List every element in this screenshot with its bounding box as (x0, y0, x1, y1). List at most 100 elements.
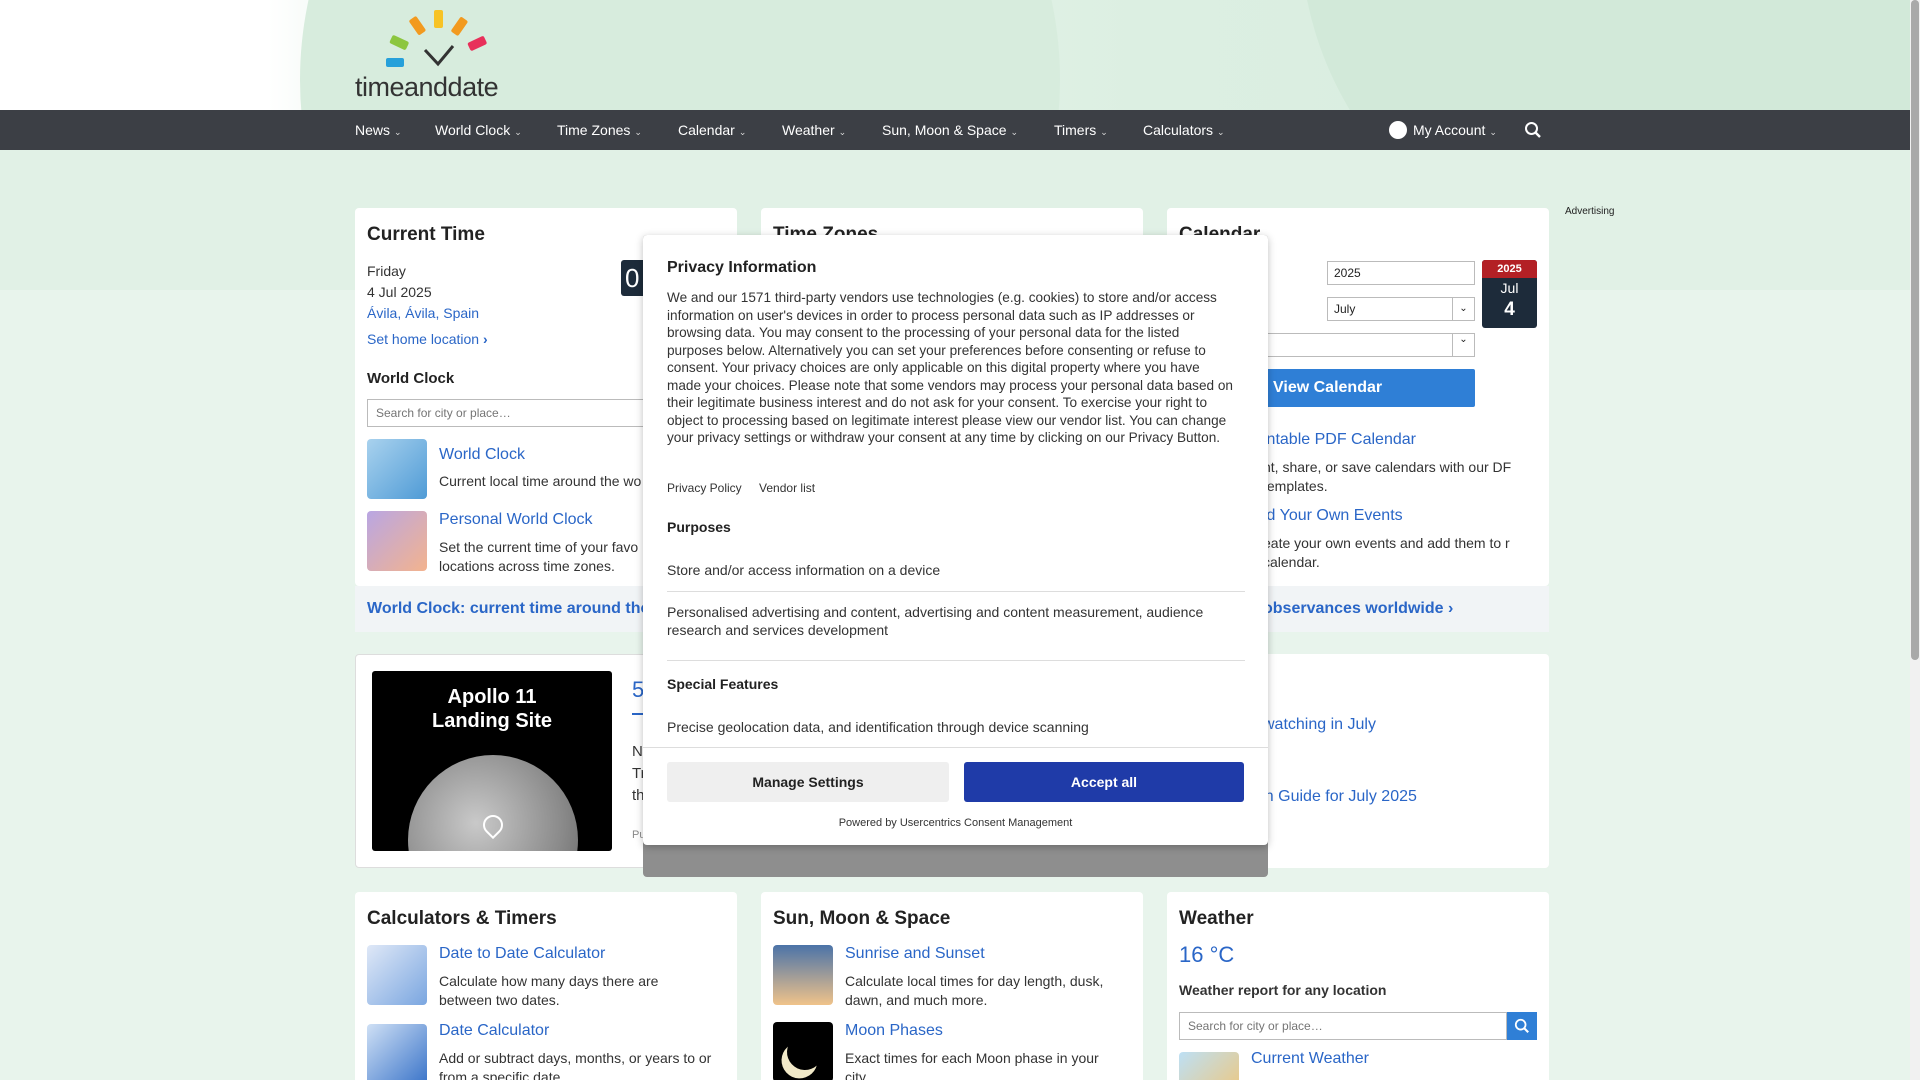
current-weather-image (1179, 1052, 1239, 1080)
badge-day: 4 (1504, 299, 1515, 320)
scrollbar-thumb[interactable] (1911, 0, 1919, 660)
nav-world-clock[interactable]: World Clock ⌄ (435, 110, 522, 150)
date-calculator-image (367, 1024, 427, 1080)
moon-guide-link[interactable]: oon Guide for July 2025 (1247, 788, 1417, 806)
card-title: Calculators & Timers (367, 908, 557, 929)
sunrise-sunset-link[interactable]: Sunrise and Sunset (845, 945, 985, 963)
pdf-calendar-link[interactable]: intable PDF Calendar (1263, 431, 1416, 449)
sunrise-image (773, 945, 833, 1005)
date-calculator-link[interactable]: Date Calculator (439, 1022, 549, 1040)
badge-month: Jul (1500, 280, 1519, 296)
date-calculator-image (367, 945, 427, 1005)
nav-my-account[interactable]: My Account ⌄ (1389, 110, 1497, 150)
set-home-location-link[interactable]: Set home location › (367, 331, 488, 347)
card-title: Current Time (367, 224, 485, 245)
world-clock-link[interactable]: World Clock (439, 446, 525, 464)
feature-desc: Exact times for each Moon phase in your … (845, 1050, 1099, 1080)
personal-world-clock-image (367, 511, 427, 571)
divider (643, 747, 1268, 748)
dialog-links: Privacy Policy Vendor list (667, 481, 815, 495)
world-clock-search-input[interactable] (367, 399, 657, 427)
account-icon (1389, 121, 1407, 139)
chevron-right-icon: › (1447, 600, 1454, 617)
apollo-image[interactable]: Apollo 11 Landing Site (372, 671, 612, 851)
nav-weather[interactable]: Weather ⌄ (782, 110, 846, 150)
purpose-item[interactable]: Personalised advertising and content, ad… (667, 603, 1245, 639)
purpose-item[interactable]: Store and/or access information on a dev… (667, 561, 1245, 579)
feature-desc: Add or subtract days, months, or years t… (439, 1050, 712, 1080)
chevron-down-icon: ⌄ (1452, 298, 1474, 320)
card-title: Sun, Moon & Space (773, 908, 951, 929)
feature-desc: eate your own events and add them to r c… (1263, 535, 1510, 570)
chevron-down-icon: ⌄ (1010, 127, 1019, 137)
month-select[interactable]: July ⌄ (1327, 297, 1475, 321)
weather-subtitle: Weather report for any location (1179, 982, 1387, 998)
nav-news[interactable]: News ⌄ (355, 110, 402, 150)
chevron-down-icon: ⌄ (1100, 127, 1108, 137)
powered-by-text: Powered by Usercentrics Consent Manageme… (838, 817, 1073, 829)
sun-moon-card: Sun, Moon & Space Sunrise and Sunset Cal… (761, 892, 1143, 1080)
nav-calculators[interactable]: Calculators ⌄ (1143, 110, 1225, 150)
chevron-down-icon: ⌄ (838, 127, 847, 137)
weather-search-button[interactable] (1507, 1012, 1537, 1040)
own-events-link[interactable]: ld Your Own Events (1263, 507, 1403, 525)
divider (667, 591, 1245, 592)
current-location[interactable]: Ávila, Ávila, Spain (367, 305, 479, 321)
current-temperature[interactable]: 16 °C (1179, 942, 1234, 968)
moon-phases-image (773, 1022, 833, 1080)
privacy-policy-link[interactable]: Privacy Policy (667, 481, 742, 495)
calendar-date-badge: 2025 Jul 4 (1482, 260, 1537, 328)
vendor-list-link[interactable]: Vendor list (759, 481, 815, 495)
current-weather-link[interactable]: Current Weather (1251, 1050, 1369, 1068)
world-clock-heading: World Clock (367, 370, 455, 387)
divider (667, 660, 1245, 661)
moon-phases-link[interactable]: Moon Phases (845, 1022, 943, 1040)
image-title: Apollo 11 Landing Site (432, 686, 552, 732)
search-icon (1514, 1018, 1529, 1033)
main-nav: News ⌄ World Clock ⌄ Time Zones ⌄ Calendar ⌄… (0, 110, 1910, 150)
search-icon (1525, 122, 1541, 138)
logo-icon (386, 10, 487, 67)
special-features-heading: Special Features (667, 676, 779, 692)
nav-sun-moon-space[interactable]: Sun, Moon & Space ⌄ (882, 110, 1018, 150)
nav-time-zones[interactable]: Time Zones ⌄ (557, 110, 642, 150)
chevron-down-icon: ⌄ (1489, 127, 1497, 137)
privacy-consent-dialog: Privacy Information We and our 1571 thir… (643, 235, 1268, 845)
world-clock-image (367, 439, 427, 499)
date-to-date-calculator-link[interactable]: Date to Date Calculator (439, 945, 605, 963)
nav-calendar[interactable]: Calendar ⌄ (678, 110, 746, 150)
crescent-moon-icon (782, 1029, 828, 1075)
chevron-down-icon: ⌄ (514, 127, 522, 137)
chevron-down-icon: ⌄ (1217, 127, 1225, 137)
article-text-1: N (632, 743, 643, 760)
view-calendar-button[interactable]: View Calendar (1247, 369, 1475, 407)
special-feature-item[interactable]: Precise geolocation data, and identifica… (667, 718, 1245, 736)
manage-settings-button[interactable]: Manage Settings (667, 762, 949, 802)
chevron-down-icon: ⌄ (1452, 334, 1474, 356)
site-logo[interactable]: timeanddate (355, 8, 515, 102)
feature-desc: Current local time around the wo (439, 473, 642, 489)
personal-world-clock-link[interactable]: Personal World Clock (439, 511, 593, 529)
dialog-body: We and our 1571 third-party vendors use … (667, 290, 1233, 445)
accept-all-button[interactable]: Accept all (964, 762, 1244, 802)
advertising-label: Advertising (1565, 206, 1615, 217)
weather-search-input[interactable] (1179, 1012, 1507, 1040)
nav-search[interactable] (1524, 110, 1542, 150)
feature-desc: Set the current time of your favo locati… (439, 539, 639, 574)
dialog-title: Privacy Information (667, 259, 817, 276)
current-day: Friday (367, 263, 406, 279)
logo-text: timeanddate (355, 72, 499, 102)
chevron-right-icon: › (482, 331, 488, 347)
nav-timers[interactable]: Timers ⌄ (1054, 110, 1108, 150)
card-title: Weather (1179, 908, 1254, 929)
year-input[interactable]: 2025 (1327, 261, 1475, 285)
feature-desc: Calculate how many days there are betwee… (439, 973, 659, 1008)
page-scrollbar[interactable] (1910, 0, 1920, 1080)
feature-desc: Calculate local times for day length, du… (845, 973, 1104, 1008)
chevron-down-icon: ⌄ (634, 127, 642, 137)
weather-card: Weather 16 °C Weather report for any loc… (1167, 892, 1549, 1080)
badge-year: 2025 (1482, 260, 1537, 278)
chevron-down-icon: ⌄ (738, 127, 747, 137)
purposes-heading: Purposes (667, 519, 731, 535)
feature-desc: nt, share, or save calendars with our DF… (1263, 459, 1512, 494)
